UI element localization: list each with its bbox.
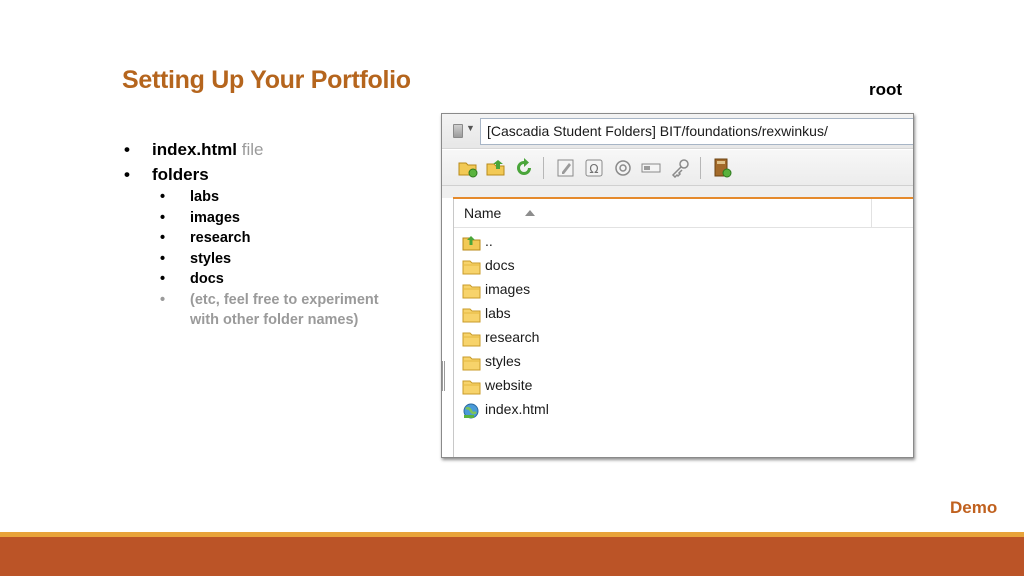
folder-icon: [462, 259, 482, 275]
refresh-icon[interactable]: [514, 158, 534, 178]
folder-icon: [462, 307, 482, 323]
bullet-index-html: • index.html file: [124, 140, 264, 159]
list-item-name: docs: [485, 257, 515, 273]
sub-bullet-research: • research: [160, 230, 251, 246]
target-icon[interactable]: [613, 158, 633, 178]
toolbar: Ω: [442, 150, 913, 186]
address-input[interactable]: [Cascadia Student Folders] BIT/foundatio…: [480, 118, 913, 145]
key-icon[interactable]: [670, 158, 690, 178]
file-list[interactable]: Name .. docs images labs research styles…: [453, 199, 913, 457]
list-item-name: index.html: [485, 401, 549, 417]
omega-icon[interactable]: Ω: [584, 158, 604, 178]
rename-icon[interactable]: [641, 158, 661, 178]
new-folder-icon[interactable]: [458, 158, 478, 178]
svg-text:Ω: Ω: [589, 162, 598, 176]
sub-bullet-labs: • labs: [160, 189, 220, 205]
list-item-name: labs: [485, 305, 511, 321]
splitter-handle[interactable]: [442, 361, 445, 391]
list-item-name: research: [485, 329, 540, 345]
list-item-parent[interactable]: ..: [462, 232, 762, 254]
root-label: root: [869, 80, 903, 99]
folder-icon: [462, 283, 482, 299]
list-item-name: styles: [485, 353, 521, 369]
column-divider[interactable]: [871, 199, 872, 228]
sub-bullet-styles: • styles: [160, 250, 232, 267]
bullet-list: • index.html file • folders • labs • image…: [124, 137, 410, 331]
list-item-research[interactable]: research: [462, 328, 762, 350]
bookmark-icon[interactable]: [712, 158, 732, 178]
bullet-index-html-bold: index.html: [152, 140, 238, 159]
list-item-images[interactable]: images: [462, 280, 762, 302]
list-item-name: ..: [485, 233, 493, 249]
toolbar-separator: [543, 157, 544, 179]
sub-bullet-note: • (etc, feel free to experiment with other…: [160, 291, 379, 329]
toolbar-separator: [700, 157, 701, 179]
list-item-docs[interactable]: docs: [462, 256, 762, 278]
column-header[interactable]: Name: [454, 199, 913, 228]
folder-icon: [462, 355, 482, 371]
footer-bar: [0, 537, 1024, 576]
list-item-website[interactable]: website: [462, 376, 762, 398]
bullet-folders: • folders: [124, 165, 209, 184]
sort-ascending-icon: [525, 210, 535, 216]
list-item-name: website: [485, 377, 533, 393]
slide-title: Setting Up Your Portfolio: [122, 66, 411, 94]
parent-folder-icon: [462, 235, 482, 251]
sub-bullet-images: • images: [160, 209, 240, 226]
bullet-index-html-muted: file: [241, 140, 264, 159]
html-file-icon: [462, 403, 482, 419]
drive-icon[interactable]: [453, 124, 463, 138]
demo-label: Demo: [950, 498, 998, 517]
sub-bullet-docs: • docs: [160, 271, 224, 287]
upload-folder-icon[interactable]: [486, 158, 506, 178]
address-bar: ▼ [Cascadia Student Folders] BIT/foundat…: [442, 114, 913, 149]
list-item-labs[interactable]: labs: [462, 304, 762, 326]
edit-icon[interactable]: [556, 158, 576, 178]
folder-icon: [462, 379, 482, 395]
folder-icon: [462, 331, 482, 347]
chevron-down-icon[interactable]: ▼: [466, 123, 475, 133]
column-header-name[interactable]: Name: [464, 205, 501, 221]
list-item-index-html[interactable]: index.html: [462, 400, 762, 422]
bullet-folders-bold: folders: [152, 165, 209, 184]
list-item-styles[interactable]: styles: [462, 352, 762, 374]
file-explorer-screenshot: ▼ [Cascadia Student Folders] BIT/foundat…: [441, 113, 914, 458]
list-item-name: images: [485, 281, 531, 297]
